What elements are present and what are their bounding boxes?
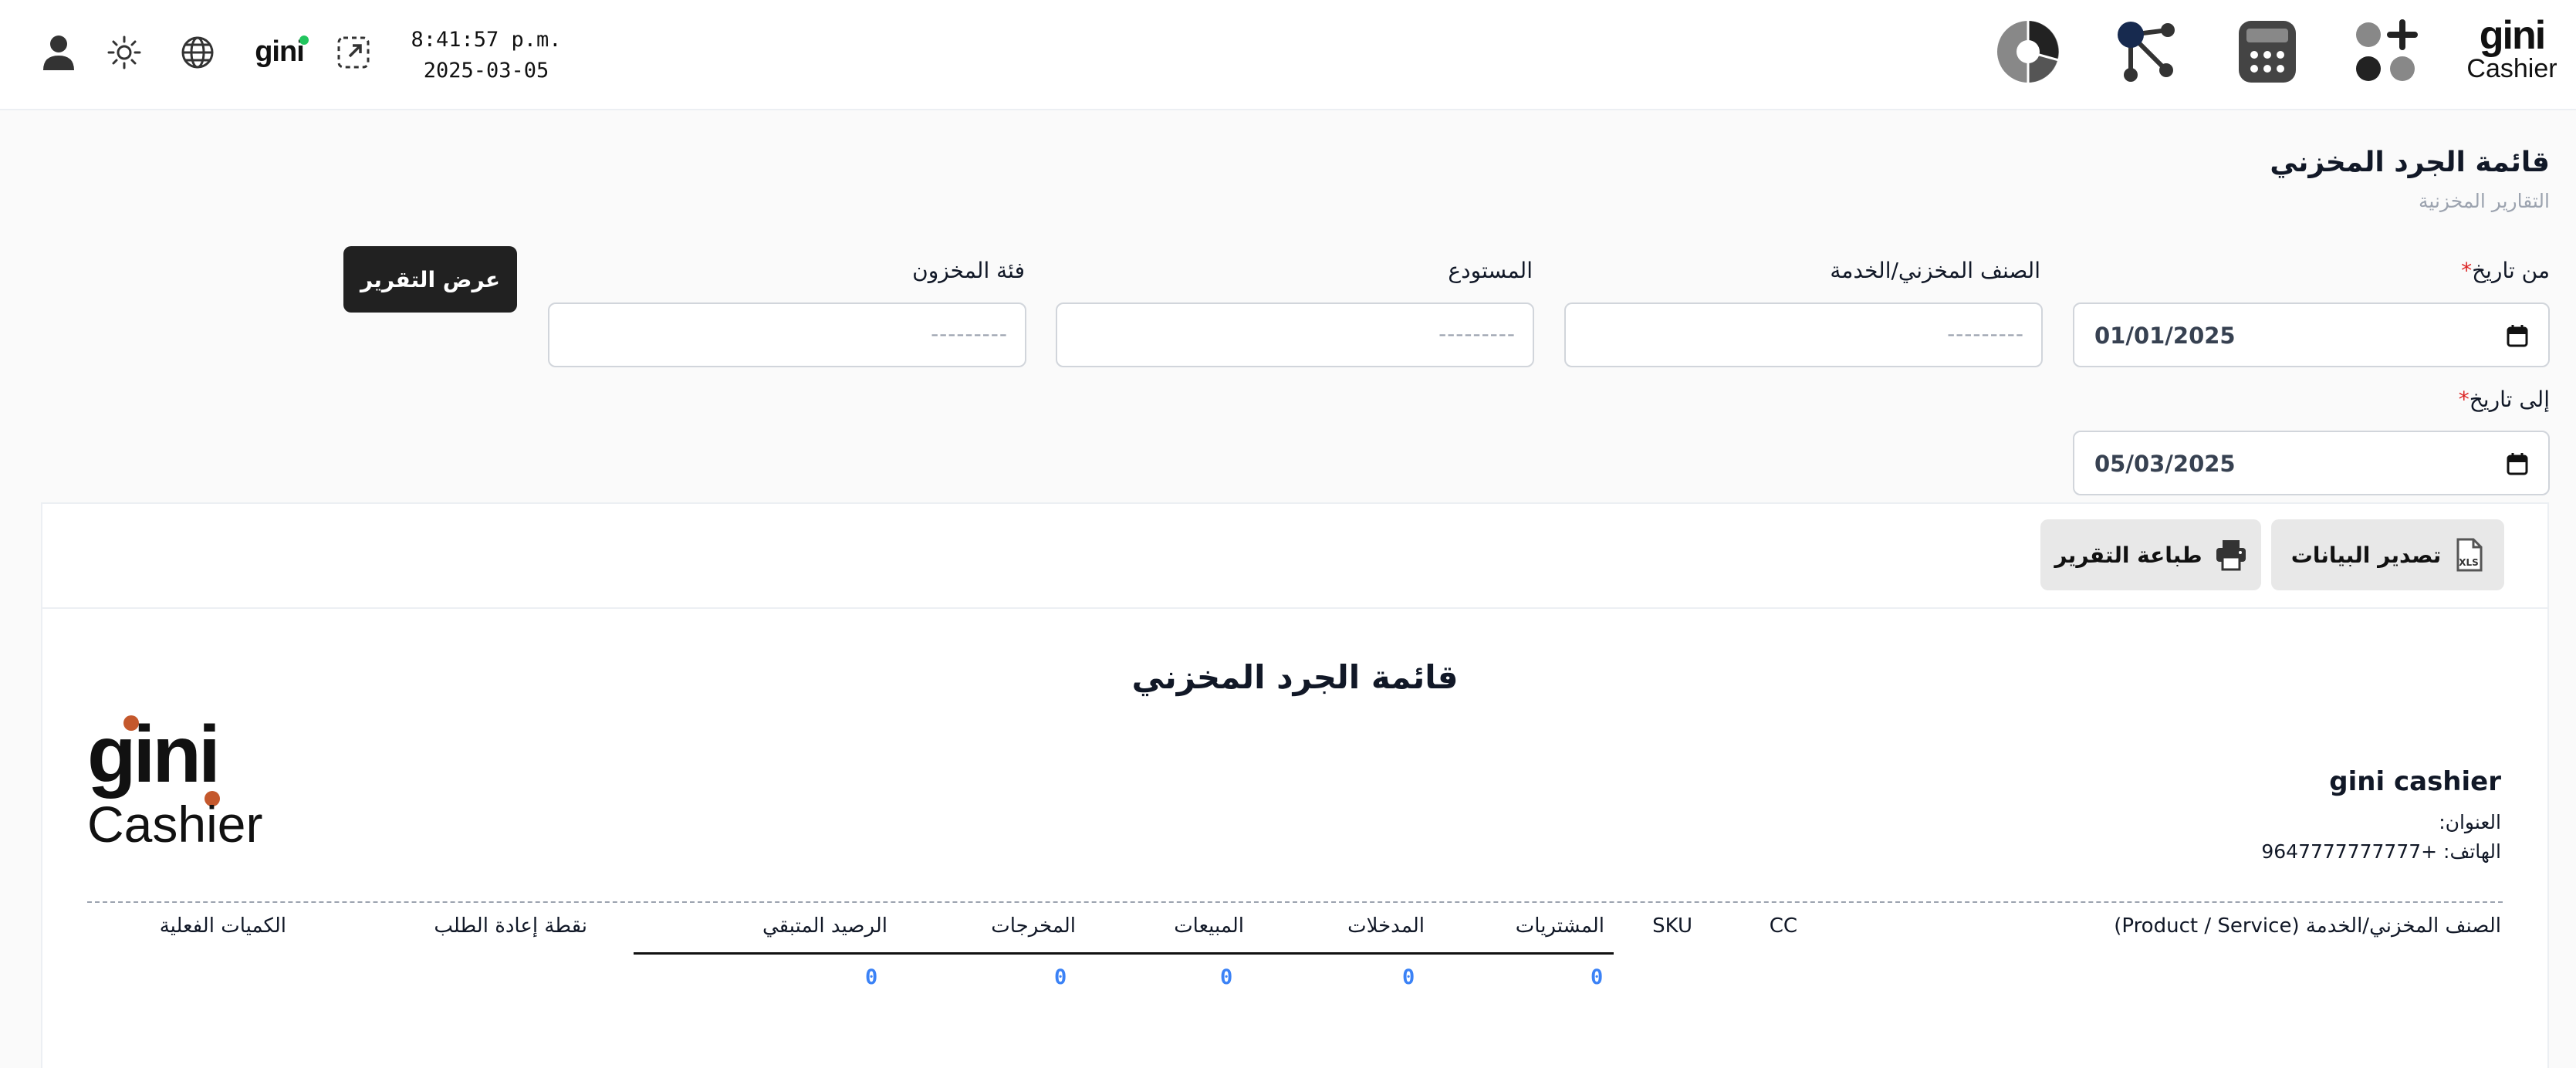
total-inputs: 0 <box>1402 965 1415 989</box>
total-outputs: 0 <box>1054 965 1067 989</box>
required-mark: * <box>2458 387 2470 412</box>
calendar-icon[interactable] <box>2507 324 2528 347</box>
brand-text: gini <box>255 35 305 68</box>
sun-icon[interactable] <box>104 32 144 73</box>
warehouse-placeholder: --------- <box>1438 321 1516 346</box>
report-title: قائمة الجرد المخزني <box>1131 658 1459 696</box>
xls-file-icon: XLS <box>2456 538 2483 572</box>
category-label: فئة المخزون <box>912 258 1025 283</box>
svg-text:XLS: XLS <box>2459 557 2480 568</box>
col-item: الصنف المخزني/الخدمة (Product / Service) <box>2114 914 2501 938</box>
globe-icon[interactable] <box>177 32 218 73</box>
network-icon[interactable] <box>2115 17 2184 86</box>
apps-plus-icon[interactable] <box>2352 19 2422 85</box>
online-status-dot <box>299 35 309 45</box>
col-purchases: المشتريات <box>1515 914 1604 938</box>
total-purchases: 0 <box>1591 965 1604 989</box>
to-date-input[interactable]: 05/03/2025 <box>2073 431 2550 495</box>
report-logo: gini Cashier <box>87 710 280 853</box>
to-date-value: 05/03/2025 <box>2094 451 2236 477</box>
breadcrumb[interactable]: التقارير المخزنية <box>2419 190 2550 212</box>
required-mark: * <box>2461 258 2473 283</box>
app-logo-name: gini <box>2479 13 2546 58</box>
gini-brand-icon[interactable]: gini <box>248 29 310 74</box>
print-button-label: طباعة التقرير <box>2054 542 2202 568</box>
from-date-label: من تاريخ* <box>2461 258 2550 283</box>
to-date-label-text: إلى تاريخ <box>2469 387 2550 412</box>
top-bar: gini 8:41:57 p.m. 2025-03-05 gini Cashie… <box>0 0 2576 110</box>
item-label: الصنف المخزني/الخدمة <box>1830 258 2040 283</box>
total-sales: 0 <box>1220 965 1233 989</box>
category-select[interactable]: --------- <box>548 302 1026 367</box>
from-date-value: 01/01/2025 <box>2094 323 2236 349</box>
clock: 8:41:57 p.m. 2025-03-05 <box>401 25 571 86</box>
from-date-input[interactable]: 01/01/2025 <box>2073 302 2550 367</box>
col-inputs: المدخلات <box>1347 914 1425 938</box>
print-button[interactable]: طباعة التقرير <box>2040 519 2261 590</box>
item-select[interactable]: --------- <box>1564 302 2043 367</box>
col-reorder: نقطة إعادة الطلب <box>434 914 587 938</box>
report-card: XLS تصدير البيانات طباعة التقرير قائمة ا… <box>41 502 2549 1068</box>
header-underline <box>634 952 1614 955</box>
printer-icon <box>2216 540 2246 571</box>
export-button-label: تصدير البيانات <box>2290 542 2442 568</box>
calendar-icon[interactable] <box>2507 452 2528 475</box>
divider <box>87 901 2503 903</box>
from-date-label-text: من تاريخ <box>2472 258 2550 283</box>
warehouse-label: المستودع <box>1448 258 1533 283</box>
item-placeholder: --------- <box>1947 321 2024 346</box>
col-balance: الرصيد المتبقي <box>762 914 887 938</box>
col-cc: CC <box>1769 914 1797 938</box>
report-toolbar: XLS تصدير البيانات طباعة التقرير <box>42 504 2547 609</box>
col-sku: SKU <box>1652 914 1692 938</box>
warehouse-select[interactable]: --------- <box>1056 302 1534 367</box>
total-balance: 0 <box>865 965 878 989</box>
company-phone: الهاتف: +9647777777777 <box>2261 840 2501 863</box>
clock-date: 2025-03-05 <box>423 59 549 83</box>
company-address: العنوان: <box>2439 811 2501 833</box>
report-logo-subname: Cashier <box>87 796 262 853</box>
app-logo[interactable]: gini Cashier <box>2458 13 2566 86</box>
app-logo-subname: Cashier <box>2466 54 2557 83</box>
show-report-button[interactable]: عرض التقرير <box>343 246 517 313</box>
company-name: gini cashier <box>2329 766 2501 797</box>
to-date-label: إلى تاريخ* <box>2459 387 2550 412</box>
pie-chart-icon[interactable] <box>1995 19 2061 85</box>
export-button[interactable]: XLS تصدير البيانات <box>2271 519 2504 590</box>
company-info: gini cashier العنوان: الهاتف: +964777777… <box>2261 766 2501 867</box>
col-actual: الكميات الفعلية <box>159 914 286 938</box>
calculator-icon[interactable] <box>2236 19 2298 85</box>
col-sales: المبيعات <box>1174 914 1244 938</box>
report-logo-name: gini <box>87 714 218 799</box>
clock-time: 8:41:57 p.m. <box>411 28 562 52</box>
page-title: قائمة الجرد المخزني <box>2270 147 2550 178</box>
col-outputs: المخرجات <box>991 914 1076 938</box>
expand-icon[interactable] <box>333 32 374 73</box>
user-icon[interactable] <box>40 32 77 73</box>
category-placeholder: --------- <box>931 321 1008 346</box>
